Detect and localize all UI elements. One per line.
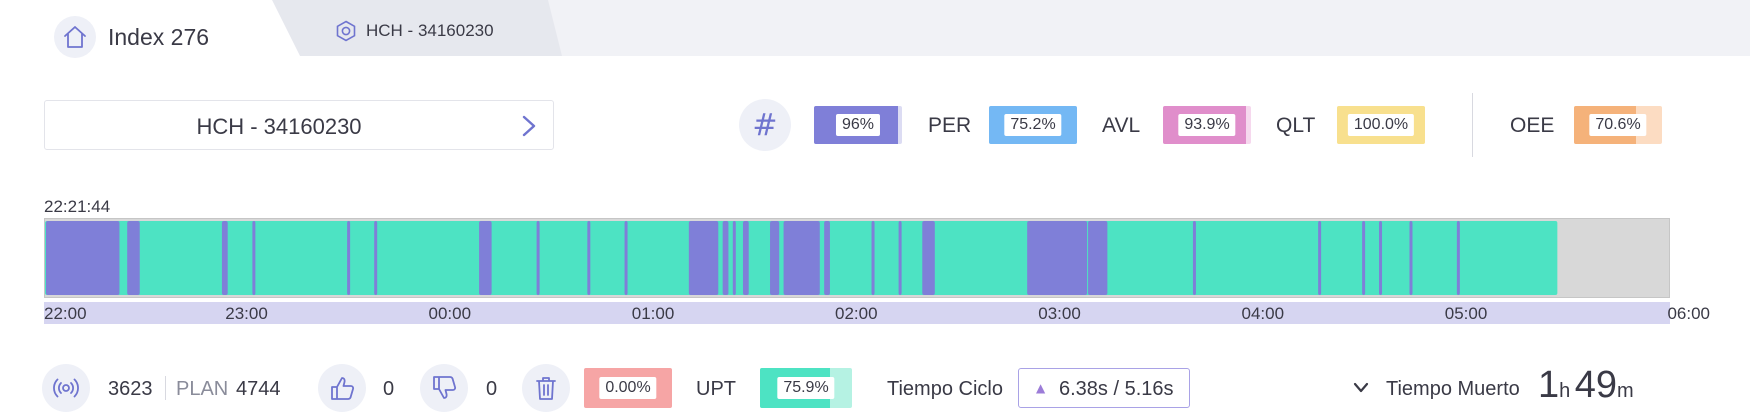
per-kpi-box: 75.2% xyxy=(989,106,1077,144)
timeline-stop-segment xyxy=(46,221,120,295)
machine-selector-label: HCH - 34160230 xyxy=(196,114,362,139)
dead-time-value: 1h 49m xyxy=(1538,364,1634,407)
oee-label: OEE xyxy=(1510,114,1555,137)
oee-kpi-value: 70.6% xyxy=(1589,114,1647,136)
chevron-down-icon[interactable] xyxy=(1352,380,1370,396)
avl-label: AVL xyxy=(1102,114,1141,137)
tab-bar: Index 276 HCH - 34160230 xyxy=(0,0,1750,58)
cycle-time-label: Tiempo Ciclo xyxy=(887,378,1003,400)
per-kpi-value: 75.2% xyxy=(1004,114,1062,136)
avl-kpi-value: 93.9% xyxy=(1178,114,1236,136)
scrap-pct-value: 0.00% xyxy=(599,377,657,399)
axis-tick-label: 22:00 xyxy=(44,304,87,323)
timeline-stop-segment xyxy=(722,221,729,295)
timeline-stop-segment xyxy=(221,221,228,295)
axis-tick-label: 23:00 xyxy=(225,304,268,323)
dead-time-minutes-unit: m xyxy=(1617,380,1634,402)
plan-label: PLAN xyxy=(176,378,229,400)
timeline-stop-segment xyxy=(252,221,256,295)
cycle-time-value: 6.38s / 5.16s xyxy=(1059,378,1174,400)
timeline-stop-segment xyxy=(1318,221,1322,295)
axis-tick-label: 04:00 xyxy=(1241,304,1285,323)
upt-label: UPT xyxy=(696,378,736,400)
dead-time-minutes: 49 xyxy=(1574,364,1617,406)
tab-home-label[interactable]: Index 276 xyxy=(108,24,209,51)
timeline-start-time: 22:21:44 xyxy=(44,197,111,216)
timeline-stop-segment xyxy=(347,221,351,295)
dead-time-label: Tiempo Muerto xyxy=(1386,378,1520,400)
upt-box: 75.9% xyxy=(760,368,852,408)
tab-machine-label[interactable]: HCH - 34160230 xyxy=(366,21,494,41)
timeline-stop-segment xyxy=(1192,221,1196,295)
hexagon-icon xyxy=(336,20,356,42)
dead-time-hours-unit: h xyxy=(1559,380,1571,402)
timeline-stop-segment xyxy=(536,221,540,295)
timeline-stop-segment xyxy=(770,221,780,295)
timeline-stop-segment xyxy=(1027,221,1088,295)
dead-time-hours: 1 xyxy=(1538,364,1560,406)
per-label: PER xyxy=(928,114,972,137)
axis-tick-label: 02:00 xyxy=(835,304,878,323)
thumbs-up-icon[interactable] xyxy=(318,364,366,412)
timeline-stop-segment xyxy=(374,221,378,295)
oee-kpi-box: 70.6% xyxy=(1574,106,1662,144)
timeline-axis: 22:00 23:00 00:00 01:00 02:00 03:00 04:00 05:00… xyxy=(44,302,1710,324)
timeline-stop-segment xyxy=(824,221,830,295)
count-hash-icon: # xyxy=(739,99,791,151)
avl-kpi-box: 93.9% xyxy=(1163,106,1251,144)
trash-icon[interactable] xyxy=(522,364,570,412)
plan-value: 4744 xyxy=(236,378,281,400)
dislikes-count: 0 xyxy=(486,378,498,400)
likes-count: 0 xyxy=(383,378,395,400)
timeline-stop-segment xyxy=(1362,221,1366,295)
home-icon[interactable] xyxy=(54,16,96,58)
timeline-stop-segment xyxy=(898,221,902,295)
timeline-stop-segment xyxy=(1409,221,1413,295)
timeline-stop-segment xyxy=(783,221,820,295)
timeline-stop-segment xyxy=(624,221,628,295)
kpi-divider xyxy=(1472,93,1473,157)
production-count: 3623 xyxy=(108,378,153,400)
upt-value: 75.9% xyxy=(777,377,835,399)
timeline-stop-segment xyxy=(1456,221,1460,295)
triangle-up-icon: ▲ xyxy=(1036,381,1046,395)
timeline-stop-segment xyxy=(742,221,749,295)
timeline-stop-segment xyxy=(871,221,875,295)
count-kpi-box: 96% xyxy=(814,106,902,144)
thumbs-down-icon[interactable] xyxy=(420,364,468,412)
timeline-stop-segment xyxy=(1379,221,1383,295)
signal-icon xyxy=(42,364,90,412)
timeline-stop-segment xyxy=(587,221,591,295)
axis-tick-label: 06:00 xyxy=(1667,304,1710,323)
scrap-pct-box: 0.00% xyxy=(584,368,672,408)
axis-tick-label: 00:00 xyxy=(428,304,472,323)
timeline-stop-segment xyxy=(922,221,935,295)
qlt-kpi-value: 100.0% xyxy=(1347,114,1415,136)
timeline-stop-segment xyxy=(127,221,140,295)
axis-tick-label: 01:00 xyxy=(631,304,675,323)
plan-separator xyxy=(165,376,166,400)
timeline-stop-segment xyxy=(1088,221,1108,295)
axis-tick-label: 05:00 xyxy=(1444,304,1488,323)
cycle-time-box[interactable]: ▲ 6.38s / 5.16s xyxy=(1018,368,1190,408)
production-timeline[interactable] xyxy=(44,218,1670,298)
timeline-chart xyxy=(45,221,1558,295)
qlt-kpi-box: 100.0% xyxy=(1337,106,1425,144)
timeline-stop-segment xyxy=(732,221,736,295)
machine-selector[interactable]: HCH - 34160230 xyxy=(44,100,554,150)
chevron-right-icon[interactable] xyxy=(519,114,539,138)
timeline-stop-segment xyxy=(479,221,492,295)
timeline-stop-segment xyxy=(688,221,719,295)
qlt-label: QLT xyxy=(1276,114,1316,137)
count-kpi-value: 96% xyxy=(835,114,881,136)
axis-tick-label: 03:00 xyxy=(1038,304,1081,323)
